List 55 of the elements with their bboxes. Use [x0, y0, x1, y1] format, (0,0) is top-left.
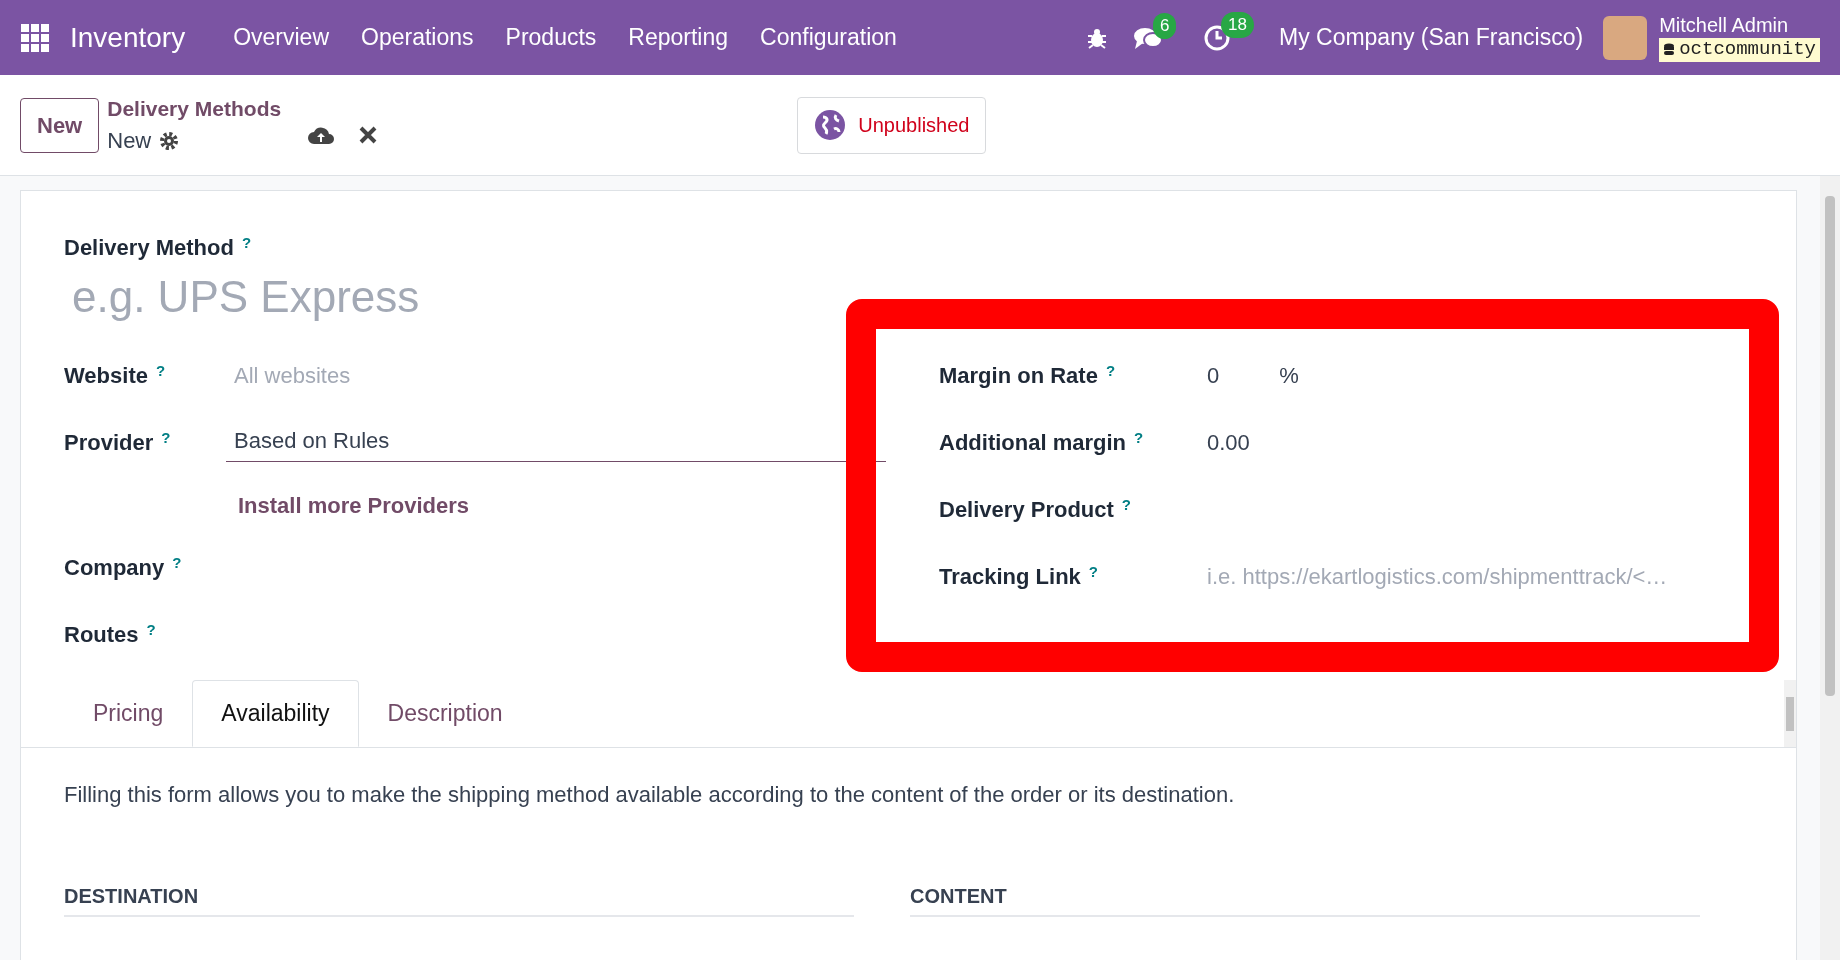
help-mark[interactable]: ? [146, 620, 156, 638]
field-label: Margin on Rate $^{?}$ [939, 363, 1116, 388]
field-value: 0.00 [1207, 429, 1250, 457]
menu-item[interactable]: Operations [345, 20, 490, 55]
help-mark[interactable]: ? [241, 233, 252, 251]
company-switcher[interactable]: My Company (San Francisco) [1278, 20, 1584, 55]
close-icon[interactable] [359, 126, 378, 144]
field-label: Tracking Link $^{?}$ [939, 564, 1098, 589]
app-grid-icon[interactable] [20, 22, 50, 53]
clock-icon[interactable] [1202, 23, 1231, 52]
app-name[interactable]: Inventory [70, 16, 186, 59]
field-value: 0 [1207, 362, 1220, 390]
menu-item[interactable]: Overview [217, 20, 346, 55]
field-label: Company $^{?}$ [64, 555, 182, 580]
help-mark[interactable]: ? [155, 361, 166, 379]
menu-item[interactable]: Products [489, 20, 613, 55]
help-mark[interactable]: ? [161, 428, 171, 446]
name-input[interactable]: e.g. UPS Express [64, 264, 824, 330]
menu-item[interactable]: Configuration [744, 20, 913, 55]
help-mark[interactable]: ? [172, 553, 182, 571]
availability-note: Filling this form allows you to make the shipping method available according to the content of the order or its destination. [63, 781, 1236, 809]
provider-select[interactable]: Based on Rules [226, 423, 886, 462]
section-heading: DESTINATION [64, 881, 854, 917]
settings-icon[interactable] [159, 130, 180, 151]
avatar[interactable] [1603, 15, 1648, 60]
new-button[interactable]: New [20, 97, 100, 153]
field-label: Routes $^{?}$ [64, 622, 156, 647]
menu-item[interactable]: Reporting [612, 20, 745, 55]
tab[interactable]: Description [358, 680, 532, 747]
placeholder-text: All websites [234, 362, 351, 390]
percent-suffix: % [1279, 362, 1299, 390]
tab[interactable]: Pricing [64, 680, 193, 747]
field-label: Additional margin $^{?}$ [939, 430, 1144, 455]
breadcrumb-link[interactable]: Delivery Methods [107, 92, 308, 125]
website-status-button[interactable]: Unpublished [797, 96, 987, 154]
notification-badge: 6 [1152, 12, 1177, 39]
placeholder-text: i.e. https://ekartlogistics.com/shipmenttrack/<… [1207, 563, 1668, 591]
record-name: New [107, 127, 152, 156]
database-badge: octcommunity [1659, 38, 1820, 62]
scrollbar [1784, 680, 1796, 747]
tab[interactable]: Availability [192, 680, 359, 747]
install-providers-link[interactable]: Install more Providers [238, 488, 470, 522]
field-label: Provider $^{?}$ [64, 430, 171, 455]
help-mark[interactable]: ? [1121, 495, 1131, 513]
field-label: Delivery Method $^{?}$ [64, 235, 252, 260]
help-mark[interactable]: ? [1134, 428, 1144, 446]
section-heading: CONTENT [910, 881, 1700, 917]
notification-badge: 18 [1220, 11, 1254, 38]
field-label: Delivery Product $^{?}$ [939, 497, 1131, 522]
user-name[interactable]: Mitchell Admin [1659, 13, 1789, 39]
globe-icon [814, 109, 847, 141]
help-mark[interactable]: ? [1088, 562, 1098, 580]
database-icon [1663, 43, 1676, 57]
field-label: Website $^{?}$ [64, 363, 166, 388]
help-mark[interactable]: ? [1105, 361, 1116, 379]
